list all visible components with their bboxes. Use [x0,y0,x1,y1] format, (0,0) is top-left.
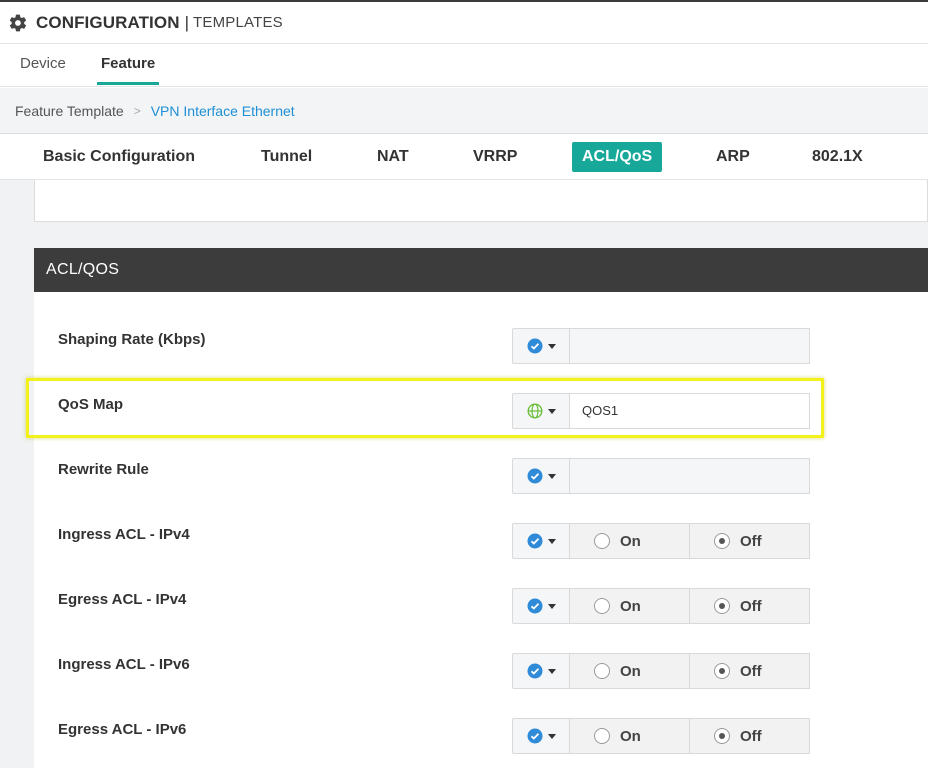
radio-off-label: Off [740,597,762,615]
check-circle-icon [527,728,542,744]
radio-on[interactable]: On [570,523,690,559]
globe-icon [526,403,543,419]
title-separator: | [184,12,190,32]
check-circle-icon [527,663,542,679]
egress-acl-ipv6-label: Egress ACL - IPv6 [58,721,187,738]
radio-circle-icon [594,728,610,744]
breadcrumb-separator: > [133,103,141,118]
row-ingress-acl-ipv6: Ingress ACL - IPv6 On Off [34,653,928,693]
page-header: CONFIGURATION | TEMPLATES [0,2,928,44]
content-area: ACL/QOS Shaping Rate (Kbps) QoS Map QOS1… [0,180,928,768]
radio-off-label: Off [740,662,762,680]
section-tab-bar: Basic Configuration Tunnel NAT VRRP ACL/… [0,134,928,180]
chevron-down-icon [547,668,556,674]
tab-basic-configuration[interactable]: Basic Configuration [43,142,195,172]
scope-dropdown[interactable] [512,588,570,624]
radio-off[interactable]: Off [690,523,810,559]
ingress-acl-ipv6-label: Ingress ACL - IPv6 [58,656,190,673]
radio-off[interactable]: Off [690,718,810,754]
tab-feature[interactable]: Feature [97,55,160,85]
radio-off-label: Off [740,532,762,550]
shaping-rate-label: Shaping Rate (Kbps) [58,331,206,348]
check-circle-icon [527,598,542,614]
tab-acl-qos[interactable]: ACL/QoS [572,142,663,172]
row-shaping-rate: Shaping Rate (Kbps) [34,328,928,368]
scope-dropdown[interactable] [512,328,570,364]
radio-circle-icon [594,598,610,614]
radio-on[interactable]: On [570,653,690,689]
tab-device[interactable]: Device [20,55,66,85]
radio-selected-icon [714,533,730,549]
chevron-down-icon [547,603,556,609]
radio-on-label: On [620,662,641,680]
ingress-acl-ipv4-label: Ingress ACL - IPv4 [58,526,190,543]
radio-off[interactable]: Off [690,588,810,624]
previous-section-card [34,180,928,222]
breadcrumb: Feature Template > VPN Interface Etherne… [0,88,928,134]
breadcrumb-current[interactable]: VPN Interface Ethernet [151,103,295,119]
tab-vrrp[interactable]: VRRP [473,142,517,172]
qos-map-label: QoS Map [58,396,124,413]
row-egress-acl-ipv4: Egress ACL - IPv4 On Off [34,588,928,628]
scope-dropdown[interactable] [512,523,570,559]
egress-acl-ipv6-radio-group: On Off [570,718,810,754]
acl-qos-panel: ACL/QOS Shaping Rate (Kbps) QoS Map QOS1… [34,248,928,768]
chevron-down-icon [547,733,556,739]
radio-off[interactable]: Off [690,653,810,689]
top-tab-bar: Device Feature [0,45,928,87]
breadcrumb-feature-template[interactable]: Feature Template [15,103,124,119]
chevron-down-icon [547,408,556,414]
chevron-down-icon [547,473,556,479]
panel-header: ACL/QOS [34,248,928,292]
radio-selected-icon [714,728,730,744]
egress-acl-ipv4-label: Egress ACL - IPv4 [58,591,187,608]
row-qos-map: QoS Map QOS1 [34,393,928,433]
rewrite-rule-label: Rewrite Rule [58,461,149,478]
scope-dropdown[interactable] [512,718,570,754]
shaping-rate-input[interactable] [570,328,810,364]
tab-802-1x[interactable]: 802.1X [812,142,863,172]
radio-on[interactable]: On [570,718,690,754]
radio-selected-icon [714,663,730,679]
radio-on-label: On [620,532,641,550]
radio-circle-icon [594,533,610,549]
scope-dropdown[interactable] [512,653,570,689]
scope-dropdown[interactable] [512,458,570,494]
ingress-acl-ipv6-radio-group: On Off [570,653,810,689]
ingress-acl-ipv4-radio-group: On Off [570,523,810,559]
radio-on-label: On [620,727,641,745]
page-subtitle: TEMPLATES [193,14,283,31]
panel-title: ACL/QOS [46,261,120,278]
check-circle-icon [527,338,542,354]
tab-tunnel[interactable]: Tunnel [261,142,312,172]
radio-circle-icon [594,663,610,679]
row-rewrite-rule: Rewrite Rule [34,458,928,498]
rewrite-rule-input[interactable] [570,458,810,494]
radio-on-label: On [620,597,641,615]
check-circle-icon [527,533,542,549]
row-ingress-acl-ipv4: Ingress ACL - IPv4 On Off [34,523,928,563]
radio-on[interactable]: On [570,588,690,624]
chevron-down-icon [547,538,556,544]
tab-nat[interactable]: NAT [377,142,409,172]
tab-arp[interactable]: ARP [716,142,750,172]
gear-icon [9,14,27,31]
check-circle-icon [527,468,542,484]
row-egress-acl-ipv6: Egress ACL - IPv6 On Off [34,718,928,758]
radio-off-label: Off [740,727,762,745]
egress-acl-ipv4-radio-group: On Off [570,588,810,624]
page-title: CONFIGURATION [36,12,180,32]
scope-dropdown[interactable] [512,393,570,429]
qos-map-input[interactable]: QOS1 [570,393,810,429]
radio-selected-icon [714,598,730,614]
chevron-down-icon [547,343,556,349]
